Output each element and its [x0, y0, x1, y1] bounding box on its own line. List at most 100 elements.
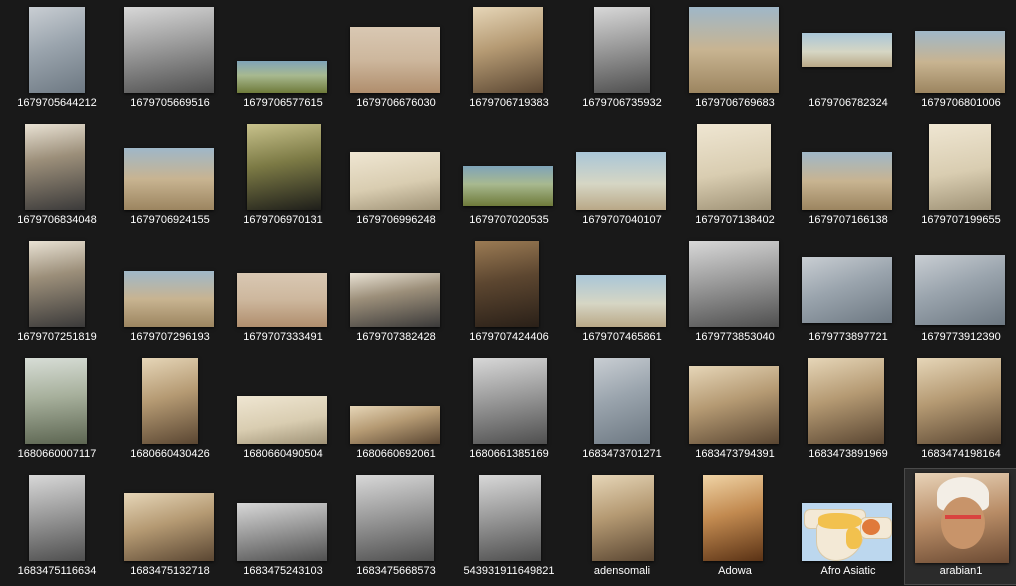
file-item[interactable]: 1679707333491: [226, 234, 340, 351]
file-thumbnail[interactable]: [915, 255, 1005, 325]
file-item[interactable]: 1679707199655: [904, 117, 1016, 234]
file-thumbnail[interactable]: [689, 241, 779, 327]
file-thumbnail[interactable]: [915, 473, 1009, 563]
file-thumbnail[interactable]: [237, 61, 327, 93]
file-thumbnail[interactable]: [929, 124, 991, 210]
file-name-label: 1679706834048: [17, 214, 97, 226]
file-item[interactable]: 1679706924155: [113, 117, 227, 234]
file-item[interactable]: arabian1: [904, 468, 1016, 585]
file-item[interactable]: 1683473891969: [791, 351, 905, 468]
file-item[interactable]: 1679706782324: [791, 0, 905, 117]
file-item[interactable]: 1679706970131: [226, 117, 340, 234]
file-item[interactable]: 1683475132718: [113, 468, 227, 585]
file-thumbnail[interactable]: [124, 493, 214, 561]
file-thumbnail[interactable]: [697, 124, 771, 210]
file-item[interactable]: 1679707138402: [678, 117, 792, 234]
file-thumbnail[interactable]: [25, 358, 87, 444]
file-thumbnail[interactable]: [802, 503, 892, 561]
file-name-label: 1683475668573: [356, 565, 436, 577]
file-item[interactable]: 1679707166138: [791, 117, 905, 234]
file-item[interactable]: adensomali: [565, 468, 679, 585]
file-thumbnail[interactable]: [350, 273, 440, 327]
file-thumbnail[interactable]: [237, 503, 327, 561]
file-name-label: 1679707251819: [17, 331, 97, 343]
file-thumbnail[interactable]: [576, 275, 666, 327]
file-thumbnail[interactable]: [237, 396, 327, 444]
file-thumbnail[interactable]: [29, 475, 85, 561]
file-item[interactable]: 1679706735932: [565, 0, 679, 117]
file-item[interactable]: 1679707296193: [113, 234, 227, 351]
file-item[interactable]: 1683473701271: [565, 351, 679, 468]
file-thumbnail[interactable]: [802, 33, 892, 67]
portrait-detail: [941, 497, 985, 549]
file-thumbnail[interactable]: [802, 257, 892, 323]
file-item[interactable]: 1679707251819: [0, 234, 114, 351]
file-item[interactable]: 1679707382428: [339, 234, 453, 351]
file-thumbnail[interactable]: [247, 124, 321, 210]
file-thumbnail[interactable]: [915, 31, 1005, 93]
file-thumbnail[interactable]: [475, 241, 539, 327]
file-thumbnail[interactable]: [594, 7, 650, 93]
file-name-label: 1683473701271: [582, 448, 662, 460]
file-item[interactable]: Adowa: [678, 468, 792, 585]
file-item[interactable]: 1683473794391: [678, 351, 792, 468]
file-item[interactable]: 1679706676030: [339, 0, 453, 117]
file-item[interactable]: 1679706996248: [339, 117, 453, 234]
file-thumbnail[interactable]: [25, 124, 85, 210]
file-item[interactable]: 1680660490504: [226, 351, 340, 468]
file-thumbnail[interactable]: [124, 7, 214, 93]
file-thumbnail[interactable]: [463, 166, 553, 206]
file-item[interactable]: Afro Asiatic: [791, 468, 905, 585]
file-item[interactable]: 1679773912390: [904, 234, 1016, 351]
file-thumbnail[interactable]: [479, 475, 541, 561]
file-thumbnail[interactable]: [808, 358, 884, 444]
file-thumbnail[interactable]: [473, 7, 543, 93]
file-item[interactable]: 543931911649821: [452, 468, 566, 585]
file-item[interactable]: 1680660007117: [0, 351, 114, 468]
file-thumbnail[interactable]: [29, 241, 85, 327]
file-thumbnail[interactable]: [124, 271, 214, 327]
file-item[interactable]: 1679707424406: [452, 234, 566, 351]
file-item[interactable]: 1679705644212: [0, 0, 114, 117]
file-item[interactable]: 1683475116634: [0, 468, 114, 585]
file-item[interactable]: 1679707040107: [565, 117, 679, 234]
file-thumbnail[interactable]: [350, 152, 440, 210]
file-thumbnail[interactable]: [237, 273, 327, 327]
file-item[interactable]: 1679705669516: [113, 0, 227, 117]
file-thumbnail[interactable]: [689, 366, 779, 444]
file-item[interactable]: 1679706801006: [904, 0, 1016, 117]
file-item[interactable]: 1679706577615: [226, 0, 340, 117]
file-thumbnail[interactable]: [594, 358, 650, 444]
file-thumbnail[interactable]: [350, 406, 440, 444]
file-item[interactable]: 1679707465861: [565, 234, 679, 351]
file-thumbnail[interactable]: [689, 7, 779, 93]
file-item[interactable]: 1679706769683: [678, 0, 792, 117]
file-name-label: 543931911649821: [463, 565, 555, 577]
file-item[interactable]: 1679773853040: [678, 234, 792, 351]
file-thumbnail[interactable]: [802, 152, 892, 210]
file-name-label: 1680660430426: [130, 448, 210, 460]
file-name-label: 1679773853040: [695, 331, 775, 343]
portrait-detail: [945, 515, 981, 519]
file-item[interactable]: 1683475668573: [339, 468, 453, 585]
file-thumbnail[interactable]: [592, 475, 654, 561]
file-item[interactable]: 1680660430426: [113, 351, 227, 468]
file-thumbnail[interactable]: [29, 7, 85, 93]
file-item[interactable]: 1683475243103: [226, 468, 340, 585]
file-name-label: 1679707138402: [695, 214, 775, 226]
file-item[interactable]: 1680661385169: [452, 351, 566, 468]
file-thumbnail[interactable]: [703, 475, 763, 561]
file-thumbnail[interactable]: [356, 475, 434, 561]
file-thumbnail[interactable]: [142, 358, 198, 444]
file-item[interactable]: 1679706834048: [0, 117, 114, 234]
file-item[interactable]: 1679707020535: [452, 117, 566, 234]
file-thumbnail[interactable]: [917, 358, 1001, 444]
file-thumbnail[interactable]: [576, 152, 666, 210]
file-item[interactable]: 1679773897721: [791, 234, 905, 351]
file-thumbnail[interactable]: [124, 148, 214, 210]
file-item[interactable]: 1683474198164: [904, 351, 1016, 468]
file-item[interactable]: 1680660692061: [339, 351, 453, 468]
file-item[interactable]: 1679706719383: [452, 0, 566, 117]
file-thumbnail[interactable]: [473, 358, 547, 444]
file-thumbnail[interactable]: [350, 27, 440, 93]
